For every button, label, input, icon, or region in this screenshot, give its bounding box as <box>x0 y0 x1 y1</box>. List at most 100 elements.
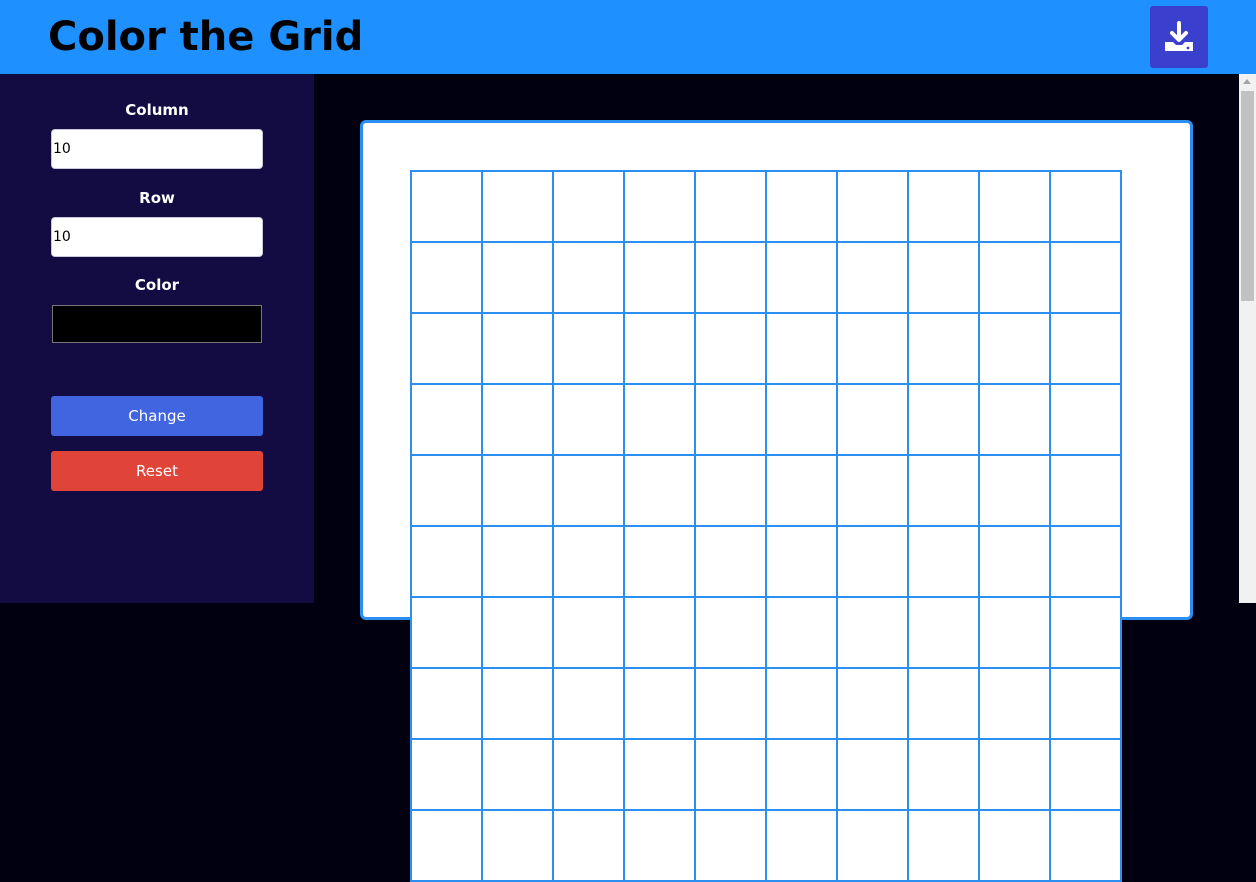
grid-cell[interactable] <box>767 669 838 740</box>
grid-cell[interactable] <box>483 172 554 243</box>
grid-cell[interactable] <box>625 598 696 669</box>
grid-cell[interactable] <box>1051 385 1122 456</box>
grid-cell[interactable] <box>625 740 696 811</box>
grid-cell[interactable] <box>909 456 980 527</box>
grid-cell[interactable] <box>767 740 838 811</box>
grid-cell[interactable] <box>767 811 838 882</box>
grid-cell[interactable] <box>483 598 554 669</box>
grid-cell[interactable] <box>483 456 554 527</box>
grid-cell[interactable] <box>838 385 909 456</box>
grid-cell[interactable] <box>554 172 625 243</box>
grid-cell[interactable] <box>554 527 625 598</box>
change-button[interactable]: Change <box>51 396 263 436</box>
grid-cell[interactable] <box>980 527 1051 598</box>
grid-cell[interactable] <box>554 314 625 385</box>
grid-cell[interactable] <box>980 598 1051 669</box>
grid-cell[interactable] <box>412 527 483 598</box>
color-picker[interactable] <box>52 305 262 343</box>
grid-cell[interactable] <box>1051 172 1122 243</box>
grid-cell[interactable] <box>696 740 767 811</box>
grid-cell[interactable] <box>980 314 1051 385</box>
grid-cell[interactable] <box>1051 740 1122 811</box>
grid-cell[interactable] <box>909 243 980 314</box>
grid-cell[interactable] <box>554 811 625 882</box>
grid-cell[interactable] <box>554 243 625 314</box>
grid-cell[interactable] <box>767 385 838 456</box>
grid-cell[interactable] <box>838 456 909 527</box>
grid-cell[interactable] <box>909 598 980 669</box>
grid-cell[interactable] <box>1051 669 1122 740</box>
grid-cell[interactable] <box>554 669 625 740</box>
grid-cell[interactable] <box>554 456 625 527</box>
vertical-scrollbar[interactable] <box>1239 74 1256 603</box>
grid-cell[interactable] <box>625 527 696 598</box>
grid-cell[interactable] <box>767 243 838 314</box>
grid-cell[interactable] <box>767 172 838 243</box>
grid-cell[interactable] <box>696 385 767 456</box>
grid-cell[interactable] <box>696 456 767 527</box>
reset-button[interactable]: Reset <box>51 451 263 491</box>
grid-cell[interactable] <box>625 314 696 385</box>
grid-cell[interactable] <box>909 385 980 456</box>
grid-cell[interactable] <box>412 598 483 669</box>
grid-cell[interactable] <box>838 314 909 385</box>
grid-cell[interactable] <box>980 172 1051 243</box>
grid-cell[interactable] <box>980 669 1051 740</box>
grid-cell[interactable] <box>696 669 767 740</box>
grid-cell[interactable] <box>980 740 1051 811</box>
grid-cell[interactable] <box>696 172 767 243</box>
grid-cell[interactable] <box>767 456 838 527</box>
grid-cell[interactable] <box>909 811 980 882</box>
grid-cell[interactable] <box>412 669 483 740</box>
grid-cell[interactable] <box>980 243 1051 314</box>
grid-cell[interactable] <box>483 314 554 385</box>
grid-cell[interactable] <box>412 456 483 527</box>
grid-cell[interactable] <box>838 172 909 243</box>
scroll-thumb[interactable] <box>1241 91 1254 301</box>
column-input[interactable] <box>51 129 263 169</box>
grid-cell[interactable] <box>554 740 625 811</box>
grid-cell[interactable] <box>767 527 838 598</box>
grid-cell[interactable] <box>980 811 1051 882</box>
grid-cell[interactable] <box>483 527 554 598</box>
grid-cell[interactable] <box>696 314 767 385</box>
grid-cell[interactable] <box>1051 243 1122 314</box>
grid-cell[interactable] <box>909 669 980 740</box>
grid-cell[interactable] <box>554 385 625 456</box>
grid-cell[interactable] <box>412 314 483 385</box>
grid-cell[interactable] <box>909 314 980 385</box>
row-input[interactable] <box>51 217 263 257</box>
grid-cell[interactable] <box>1051 456 1122 527</box>
grid-cell[interactable] <box>980 385 1051 456</box>
grid-cell[interactable] <box>625 172 696 243</box>
grid-cell[interactable] <box>412 740 483 811</box>
grid-cell[interactable] <box>838 598 909 669</box>
grid-cell[interactable] <box>483 385 554 456</box>
grid-cell[interactable] <box>696 598 767 669</box>
grid-cell[interactable] <box>554 598 625 669</box>
grid-cell[interactable] <box>412 172 483 243</box>
grid-cell[interactable] <box>483 669 554 740</box>
grid-cell[interactable] <box>696 243 767 314</box>
grid-cell[interactable] <box>838 527 909 598</box>
grid-cell[interactable] <box>483 811 554 882</box>
grid-cell[interactable] <box>1051 527 1122 598</box>
grid-cell[interactable] <box>909 172 980 243</box>
grid-cell[interactable] <box>1051 314 1122 385</box>
grid-cell[interactable] <box>767 314 838 385</box>
grid-cell[interactable] <box>625 669 696 740</box>
grid-cell[interactable] <box>909 740 980 811</box>
grid-cell[interactable] <box>980 456 1051 527</box>
grid-cell[interactable] <box>909 527 980 598</box>
grid-cell[interactable] <box>1051 598 1122 669</box>
grid-cell[interactable] <box>838 243 909 314</box>
grid-cell[interactable] <box>412 243 483 314</box>
grid-cell[interactable] <box>838 811 909 882</box>
grid-cell[interactable] <box>625 456 696 527</box>
grid-cell[interactable] <box>1051 811 1122 882</box>
grid-cell[interactable] <box>838 740 909 811</box>
grid-cell[interactable] <box>838 669 909 740</box>
download-button[interactable] <box>1150 6 1208 68</box>
grid-cell[interactable] <box>483 740 554 811</box>
grid-cell[interactable] <box>625 811 696 882</box>
